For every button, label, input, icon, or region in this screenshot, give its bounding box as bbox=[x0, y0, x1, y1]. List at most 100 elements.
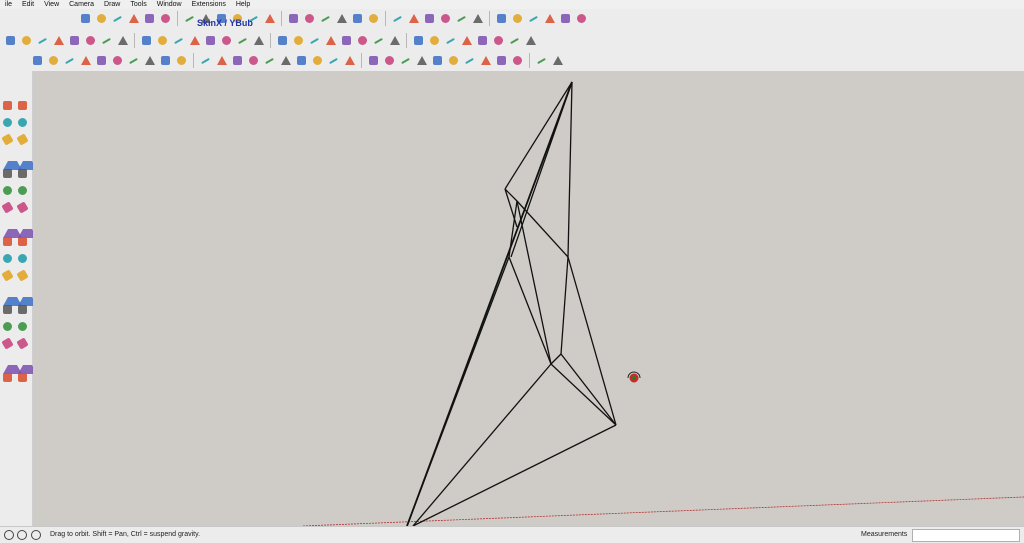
previous-icon[interactable] bbox=[16, 337, 29, 350]
rotate-icon[interactable] bbox=[1, 218, 22, 238]
split-icon[interactable] bbox=[278, 53, 293, 68]
user-icon[interactable] bbox=[31, 530, 41, 540]
hole-icon[interactable] bbox=[246, 53, 261, 68]
fillet-icon[interactable] bbox=[110, 53, 125, 68]
rectangle-icon[interactable] bbox=[67, 33, 82, 48]
rotate-icon[interactable] bbox=[115, 33, 130, 48]
menu-edit[interactable]: Edit bbox=[17, 0, 39, 9]
select-icon[interactable] bbox=[3, 33, 18, 48]
frame-icon[interactable] bbox=[427, 33, 442, 48]
paint-icon[interactable] bbox=[1, 116, 14, 129]
component-icon[interactable] bbox=[16, 99, 29, 112]
zoom-icon[interactable] bbox=[1, 320, 14, 333]
mirror-icon[interactable] bbox=[366, 53, 381, 68]
twist-icon[interactable] bbox=[198, 53, 213, 68]
weld-icon[interactable] bbox=[262, 53, 277, 68]
join-icon[interactable] bbox=[310, 53, 325, 68]
move-icon[interactable] bbox=[1, 201, 14, 214]
offset-icon[interactable] bbox=[16, 235, 29, 248]
solid-icon[interactable] bbox=[291, 33, 306, 48]
cube-icon[interactable] bbox=[142, 11, 157, 26]
draw-icon[interactable] bbox=[46, 53, 61, 68]
soften-icon[interactable] bbox=[462, 53, 477, 68]
hatch-icon[interactable] bbox=[414, 53, 429, 68]
bezier-icon[interactable] bbox=[62, 53, 77, 68]
shell-icon[interactable] bbox=[214, 53, 229, 68]
gem-icon[interactable] bbox=[510, 11, 525, 26]
protractor-icon[interactable] bbox=[1, 269, 14, 282]
loft-icon[interactable] bbox=[158, 53, 173, 68]
scale-icon[interactable] bbox=[1, 235, 14, 248]
sun-icon[interactable] bbox=[523, 33, 538, 48]
menu-view[interactable]: View bbox=[39, 0, 64, 9]
circle-icon[interactable] bbox=[1, 167, 14, 180]
cup-icon[interactable] bbox=[558, 11, 573, 26]
person-icon[interactable] bbox=[158, 11, 173, 26]
3dtext-icon[interactable] bbox=[16, 286, 37, 306]
extend-icon[interactable] bbox=[342, 53, 357, 68]
flatten-icon[interactable] bbox=[510, 53, 525, 68]
credits-icon[interactable] bbox=[17, 530, 27, 540]
freehand-icon[interactable] bbox=[16, 133, 29, 146]
grid-icon[interactable] bbox=[390, 11, 405, 26]
circle-icon[interactable] bbox=[491, 33, 506, 48]
camera-icon[interactable] bbox=[438, 11, 453, 26]
menu-window[interactable]: Window bbox=[152, 0, 187, 9]
lookaround-icon[interactable] bbox=[16, 354, 37, 374]
menu-extensions[interactable]: Extensions bbox=[187, 0, 231, 9]
house-icon[interactable] bbox=[526, 11, 541, 26]
lock-icon[interactable] bbox=[323, 33, 338, 48]
zoomwindow-icon[interactable] bbox=[16, 320, 29, 333]
pencil-icon[interactable] bbox=[35, 33, 50, 48]
pushpull-icon[interactable] bbox=[83, 33, 98, 48]
select-icon[interactable] bbox=[1, 99, 14, 112]
arc-icon[interactable] bbox=[51, 33, 66, 48]
shape-icon[interactable] bbox=[30, 53, 45, 68]
dimension-icon[interactable] bbox=[16, 252, 29, 265]
sweep-icon[interactable] bbox=[174, 53, 189, 68]
sandbox-icon[interactable] bbox=[459, 33, 474, 48]
menu-camera[interactable]: Camera bbox=[64, 0, 99, 9]
offset-icon[interactable] bbox=[94, 53, 109, 68]
pattern-icon[interactable] bbox=[398, 53, 413, 68]
menu-tools[interactable]: Tools bbox=[125, 0, 151, 9]
pushpull-icon[interactable] bbox=[16, 201, 29, 214]
followme-icon[interactable] bbox=[16, 218, 37, 238]
play-icon[interactable] bbox=[94, 11, 109, 26]
tile-icon[interactable] bbox=[494, 11, 509, 26]
window-icon[interactable] bbox=[411, 33, 426, 48]
axes-icon[interactable] bbox=[507, 33, 522, 48]
zoom-icon[interactable] bbox=[219, 33, 234, 48]
extents-icon[interactable] bbox=[1, 337, 14, 350]
position-camera-icon[interactable] bbox=[1, 354, 22, 374]
paint-icon[interactable] bbox=[251, 33, 266, 48]
orange-cube-icon[interactable] bbox=[182, 11, 197, 26]
move-icon[interactable] bbox=[99, 33, 114, 48]
bend-icon[interactable] bbox=[262, 11, 277, 26]
layers-icon[interactable] bbox=[406, 11, 421, 26]
orbit-icon[interactable] bbox=[187, 33, 202, 48]
axes-icon[interactable] bbox=[1, 286, 22, 306]
arc-icon[interactable] bbox=[1, 184, 14, 197]
drape-icon[interactable] bbox=[550, 53, 565, 68]
cube-outline-icon[interactable] bbox=[443, 33, 458, 48]
pie-icon[interactable] bbox=[16, 184, 29, 197]
menu-draw[interactable]: Draw bbox=[99, 0, 125, 9]
section-icon[interactable] bbox=[16, 371, 29, 384]
line-icon[interactable] bbox=[1, 133, 14, 146]
eraser-icon[interactable] bbox=[16, 116, 29, 129]
smooth-icon[interactable] bbox=[446, 53, 461, 68]
folder-icon[interactable] bbox=[454, 11, 469, 26]
pan-icon[interactable] bbox=[16, 303, 29, 316]
mesh-icon[interactable] bbox=[430, 53, 445, 68]
rectangle-icon[interactable] bbox=[1, 150, 22, 170]
subdivide-icon[interactable] bbox=[478, 53, 493, 68]
component-icon[interactable] bbox=[275, 33, 290, 48]
walk-icon[interactable] bbox=[1, 371, 14, 384]
wave-icon[interactable] bbox=[318, 11, 333, 26]
book-icon[interactable] bbox=[470, 11, 485, 26]
tape-icon[interactable] bbox=[1, 252, 14, 265]
text-icon[interactable] bbox=[16, 269, 29, 282]
text-icon[interactable] bbox=[171, 33, 186, 48]
menu-ile[interactable]: ile bbox=[0, 0, 17, 9]
